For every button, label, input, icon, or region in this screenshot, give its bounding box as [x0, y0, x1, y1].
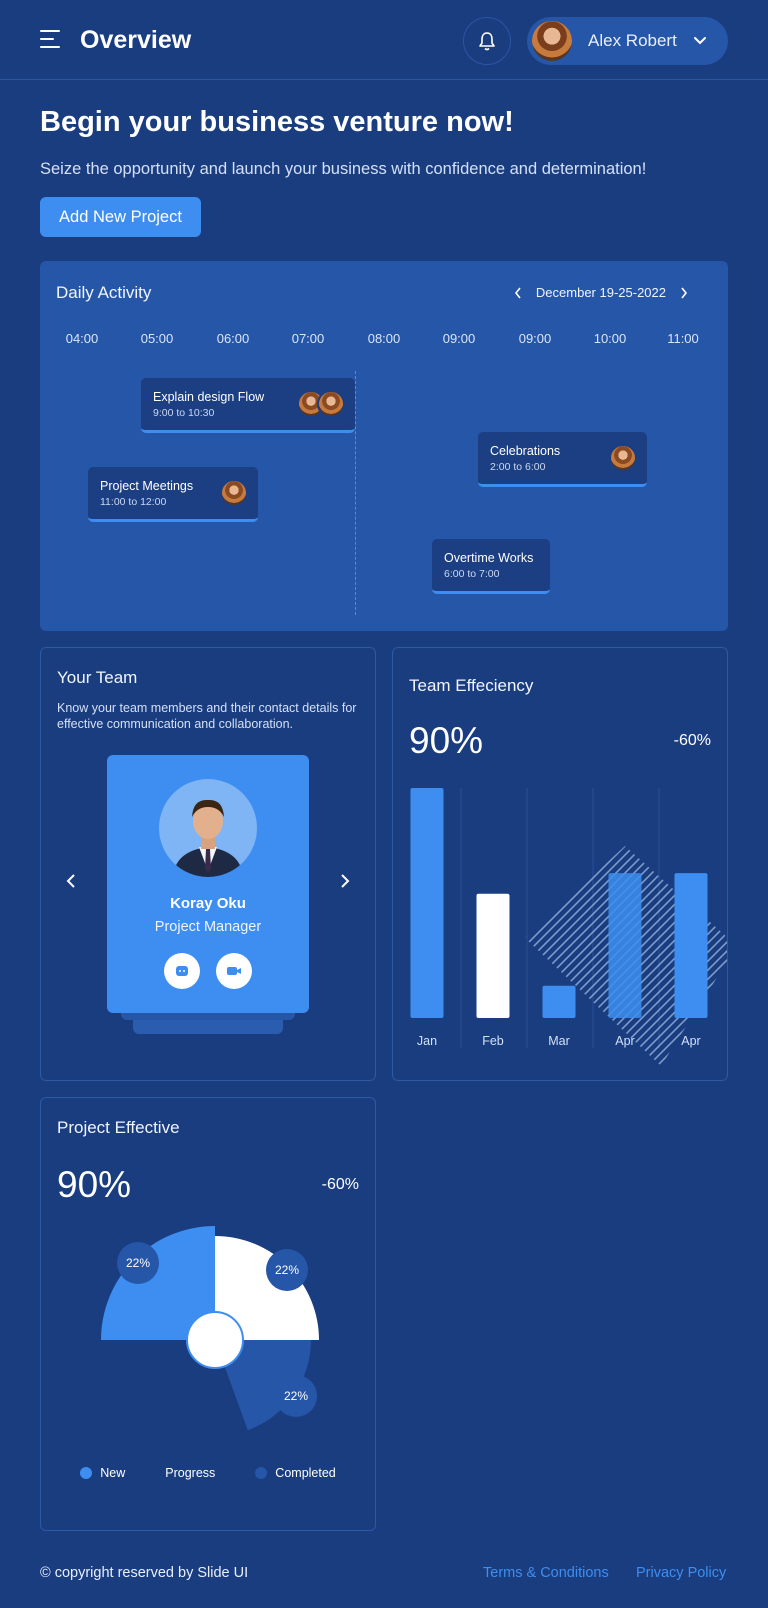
data-label: 22%: [284, 1389, 308, 1403]
chevron-right-icon[interactable]: [340, 873, 350, 889]
bar: [542, 985, 576, 1018]
your-team-card: Your Team Know your team members and the…: [40, 647, 376, 1081]
event-attendees: [609, 444, 637, 472]
hero-subtitle: Seize the opportunity and launch your bu…: [40, 160, 647, 178]
team-member-card[interactable]: Koray Oku Project Manager: [107, 755, 309, 1013]
team-efficiency-chart: Jan Feb Mar Apr Apr: [410, 788, 727, 1066]
time-label: 09:00: [442, 331, 476, 346]
member-name: Koray Oku: [170, 895, 246, 912]
data-label: 22%: [126, 1256, 150, 1270]
avatar: [532, 21, 572, 61]
data-label: 22%: [275, 1263, 299, 1277]
legend-item-new: New: [80, 1466, 125, 1480]
chevron-down-icon: [693, 37, 706, 45]
member-photo: [159, 779, 257, 877]
legend-label: New: [100, 1466, 126, 1480]
project-effective-card: 22% 22% 22% Project Effective 90% -60% New…: [40, 1097, 376, 1531]
event-explain-design-flow[interactable]: Explain design Flow 9:00 to 10:30: [141, 378, 355, 433]
privacy-link[interactable]: Privacy Policy: [636, 1565, 726, 1581]
notifications-button[interactable]: [463, 17, 511, 65]
legend-label: Completed: [275, 1466, 336, 1480]
member-role: Project Manager: [154, 919, 262, 935]
user-menu[interactable]: Alex Robert: [527, 17, 728, 65]
bar: [410, 788, 444, 1018]
hatch-line: [705, 846, 727, 1066]
time-label: 11:00: [667, 331, 699, 346]
legend-dot: [80, 1467, 93, 1479]
legend-item-progress: Progress: [165, 1466, 215, 1480]
legend-dot: [255, 1467, 268, 1479]
avatar: [609, 444, 637, 472]
person-photo-icon: [173, 799, 243, 877]
add-new-project-button[interactable]: Add New Project: [40, 197, 201, 237]
event-attendees: [297, 390, 345, 418]
legend-item-completed: Completed: [255, 1466, 336, 1480]
video-icon: [227, 967, 241, 975]
top-bar: Overview Alex Robert: [0, 0, 768, 80]
daily-activity-panel: Daily Activity December 19-25-2022 04:00…: [40, 261, 728, 631]
legend-label: Progress: [165, 1466, 216, 1480]
chevron-left-icon[interactable]: [514, 287, 522, 299]
avatar: [317, 390, 345, 418]
chevron-left-icon[interactable]: [66, 873, 76, 889]
bar: [608, 873, 642, 1018]
page-title: Overview: [80, 26, 192, 54]
copyright: © copyright reserved by Slide UI: [40, 1565, 249, 1581]
time-label: 09:00: [518, 331, 552, 346]
pie-center: [186, 1311, 244, 1369]
bar: [476, 893, 510, 1018]
daily-activity-title: Daily Activity: [56, 283, 152, 302]
event-overtime-works[interactable]: Overtime Works 6:00 to 7:00: [432, 539, 550, 594]
project-effective-value: 90%: [57, 1164, 132, 1205]
bar: [674, 873, 708, 1018]
efficiency-value: 90%: [409, 720, 484, 761]
chat-icon: [176, 966, 188, 976]
x-tick-label: Feb: [482, 1034, 504, 1048]
time-label: 06:00: [216, 331, 250, 346]
team-efficiency-card: Jan Feb Mar Apr Apr Team Effeciency 90% -60%: [392, 647, 728, 1081]
x-tick-label: Apr: [615, 1034, 634, 1048]
your-team-description: Know your team members and their contact…: [57, 701, 357, 731]
video-call-button[interactable]: [216, 953, 252, 989]
date-navigator: December 19-25-2022: [514, 285, 688, 300]
team-efficiency-title: Team Effeciency: [409, 676, 534, 695]
time-label: 07:00: [291, 331, 325, 346]
terms-link[interactable]: Terms & Conditions: [483, 1565, 609, 1581]
event-title: Overtime Works: [444, 551, 534, 565]
event-attendees: [220, 479, 248, 507]
project-effective-title: Project Effective: [57, 1118, 180, 1137]
avatar: [220, 479, 248, 507]
time-label: 08:00: [367, 331, 401, 346]
event-celebrations[interactable]: Celebrations 2:00 to 6:00: [478, 432, 647, 487]
chart-legend: New Progress Completed: [41, 1466, 375, 1480]
x-tick-label: Jan: [417, 1034, 437, 1048]
hero-title: Begin your business venture now!: [40, 106, 514, 138]
time-label: 04:00: [65, 331, 99, 346]
message-button[interactable]: [164, 953, 200, 989]
time-label: 10:00: [593, 331, 627, 346]
hatch-line: [723, 846, 727, 1066]
bell-icon: [479, 32, 495, 51]
event-time: 6:00 to 7:00: [444, 568, 500, 580]
efficiency-change: -60%: [673, 732, 711, 749]
menu-icon[interactable]: [40, 30, 64, 52]
event-project-meetings[interactable]: Project Meetings 11:00 to 12:00: [88, 467, 258, 522]
user-name: Alex Robert: [588, 31, 677, 50]
x-tick-label: Mar: [548, 1034, 570, 1048]
project-effective-change: -60%: [321, 1176, 359, 1193]
current-time-line: [355, 371, 356, 615]
x-tick-label: Apr: [681, 1034, 700, 1048]
your-team-title: Your Team: [57, 668, 138, 687]
date-range: December 19-25-2022: [535, 285, 666, 300]
chevron-right-icon[interactable]: [680, 287, 688, 299]
time-label: 05:00: [140, 331, 174, 346]
